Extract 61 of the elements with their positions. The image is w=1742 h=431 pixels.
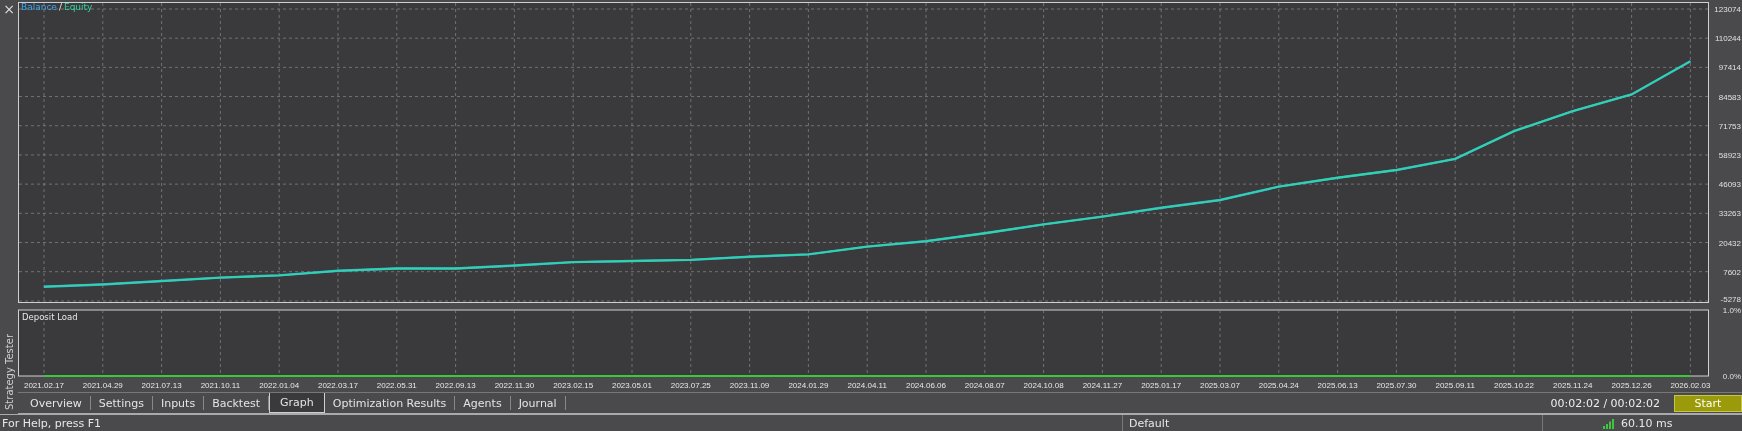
y-axis-label: 46093 bbox=[1718, 180, 1741, 190]
x-axis-label: 2024.04.11 bbox=[847, 381, 887, 390]
tab[interactable]: Inputs bbox=[152, 396, 205, 410]
tab[interactable]: Graph bbox=[269, 393, 325, 413]
chart-title: Deposit Load bbox=[22, 312, 78, 322]
y-axis-label: 71753 bbox=[1718, 121, 1741, 131]
x-axis-label: 2023.05.01 bbox=[612, 381, 652, 390]
tab[interactable]: Backtest bbox=[204, 396, 269, 410]
x-axis-label: 2022.05.31 bbox=[376, 381, 417, 390]
x-axis-label: 2024.01.29 bbox=[788, 381, 829, 390]
y-axis-label: 0.0% bbox=[1722, 372, 1741, 381]
x-axis-label: 2022.03.17 bbox=[318, 381, 358, 390]
x-axis-label: 2024.06.06 bbox=[906, 381, 946, 390]
x-axis-label: 2025.10.22 bbox=[1494, 381, 1534, 390]
x-axis-label: 2023.07.25 bbox=[670, 381, 711, 390]
x-axis-label: 2025.12.26 bbox=[1611, 381, 1652, 390]
x-axis-label: 2023.02.15 bbox=[553, 381, 594, 390]
x-axis-label: 2021.10.11 bbox=[200, 381, 241, 390]
y-axis-label: 84583 bbox=[1718, 92, 1741, 102]
y-axis-label: 7602 bbox=[1723, 267, 1741, 277]
tab[interactable]: Settings bbox=[90, 396, 153, 410]
x-axis-label: 2022.01.04 bbox=[259, 381, 300, 390]
y-axis-label: 20432 bbox=[1718, 238, 1741, 248]
elapsed-time: 00:02:02 / 00:02:02 bbox=[1550, 397, 1660, 410]
tab[interactable]: Journal bbox=[510, 396, 566, 410]
tab[interactable]: Agents bbox=[455, 396, 511, 410]
x-axis-label: 2022.09.13 bbox=[435, 381, 476, 390]
x-axis-label: 2026.02.03 bbox=[1670, 381, 1711, 390]
x-axis-label: 2025.06.13 bbox=[1317, 381, 1358, 390]
tab[interactable]: Overview bbox=[22, 396, 91, 410]
y-axis-label: 33263 bbox=[1718, 209, 1741, 219]
x-axis-label: 2025.07.30 bbox=[1376, 381, 1417, 390]
x-axis-label: 2024.10.08 bbox=[1023, 381, 1064, 390]
x-axis-label: 2021.02.17 bbox=[24, 381, 64, 390]
legend-label: Balance bbox=[21, 2, 57, 12]
x-axis-label: 2025.04.24 bbox=[1258, 381, 1299, 390]
y-axis-label: 58923 bbox=[1718, 150, 1741, 160]
y-axis-label: 123074 bbox=[1714, 5, 1741, 14]
x-axis-label: 2024.08.07 bbox=[964, 381, 1005, 390]
x-axis-label: 2021.04.29 bbox=[82, 381, 123, 390]
panel-title: Strategy Tester bbox=[3, 334, 15, 410]
x-axis-label: 2022.11.30 bbox=[494, 381, 535, 390]
x-axis-label: 2021.07.13 bbox=[141, 381, 182, 390]
x-axis-label: 2024.11.27 bbox=[1082, 381, 1123, 390]
x-axis-label: 2025.11.24 bbox=[1553, 381, 1593, 390]
y-axis-label: 110244 bbox=[1714, 34, 1741, 44]
x-axis-label: 2023.11.09 bbox=[729, 381, 770, 390]
help-text: For Help, press F1 bbox=[1, 417, 103, 430]
legend-separator: / bbox=[58, 2, 62, 12]
legend-label: Equity bbox=[63, 2, 93, 12]
x-axis-label: 2025.09.11 bbox=[1435, 381, 1475, 390]
y-axis-label: 1.0% bbox=[1722, 306, 1741, 315]
x-axis-label: 2025.03.07 bbox=[1200, 381, 1240, 390]
profile-name: Default bbox=[1128, 417, 1170, 430]
close-button[interactable]: × bbox=[3, 0, 15, 16]
signal-icon bbox=[1603, 418, 1615, 429]
y-axis-label: 97414 bbox=[1718, 63, 1741, 73]
ping-text: 60.10 ms bbox=[1620, 417, 1673, 430]
tab[interactable]: Optimization Results bbox=[324, 396, 456, 410]
x-axis-label: 2025.01.17 bbox=[1141, 381, 1182, 390]
y-axis-label: -5278 bbox=[1720, 295, 1741, 303]
